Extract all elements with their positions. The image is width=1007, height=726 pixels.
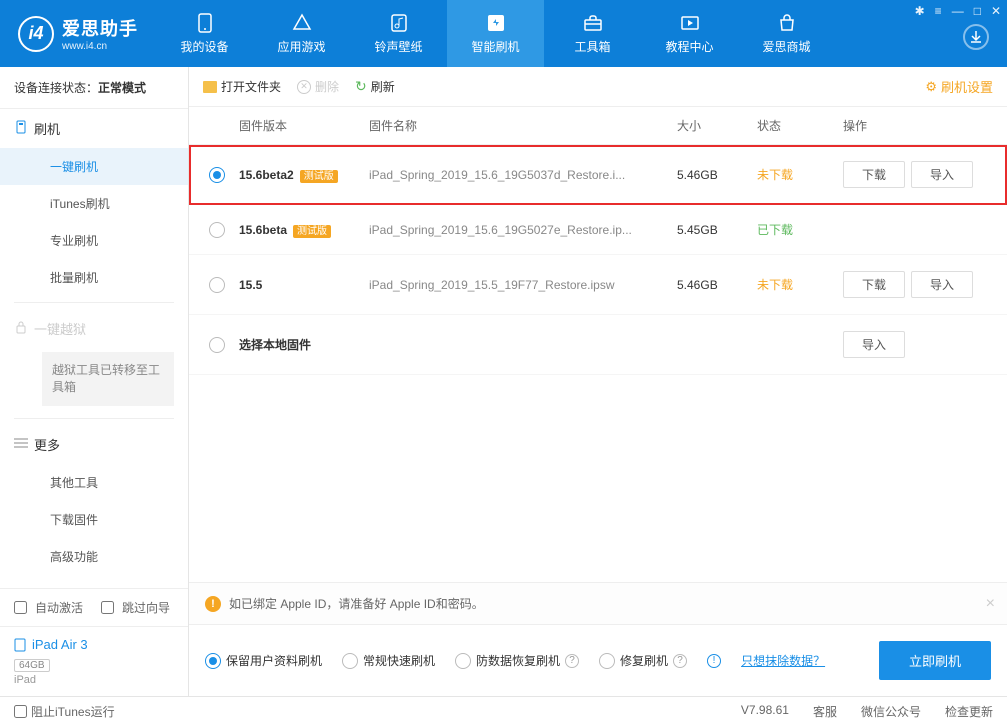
beta-badge: 测试版 [293,225,331,238]
table-header: 固件版本 固件名称 大小 状态 操作 [189,107,1007,145]
check-update-link[interactable]: 检查更新 [945,703,993,720]
close-icon[interactable]: ✕ [991,4,1001,18]
status-bar: 阻止iTunes运行 V7.98.61 客服 微信公众号 检查更新 [0,696,1007,726]
flash-settings-button[interactable]: ⚙ 刷机设置 [925,77,993,96]
maximize-icon[interactable]: □ [974,4,981,18]
store-icon [776,12,798,34]
sidebar-item[interactable]: 其他工具 [0,464,188,501]
nav-tab-flash[interactable]: 智能刷机 [447,0,544,67]
close-notice-button[interactable]: × [986,595,995,613]
ipad-icon [14,638,26,652]
refresh-icon: ↻ [355,78,367,95]
open-folder-button[interactable]: 打开文件夹 [203,78,281,95]
lock-icon [14,320,28,334]
menu-icon[interactable]: ✱ [915,4,925,18]
toolbar: 打开文件夹 ✕ 删除 ↻ 刷新 ⚙ 刷机设置 [189,67,1007,107]
flash-now-button[interactable]: 立即刷机 [879,641,991,680]
sidebar-item[interactable]: 下载固件 [0,501,188,538]
sidebar-item[interactable]: 一键刷机 [0,148,188,185]
sidebar-item[interactable]: 专业刷机 [0,222,188,259]
sidebar: 设备连接状态：正常模式 刷机 一键刷机iTunes刷机专业刷机批量刷机 一键越狱… [0,67,189,696]
connection-status: 设备连接状态：正常模式 [0,67,188,109]
minimize-icon[interactable]: — [952,4,964,18]
list-icon[interactable]: ≡ [935,4,942,18]
firmware-row[interactable]: 选择本地固件 导入 [189,315,1007,375]
support-link[interactable]: 客服 [813,703,837,720]
delete-icon: ✕ [297,80,311,94]
sidebar-item[interactable]: iTunes刷机 [0,185,188,222]
erase-data-link[interactable]: 只想抹除数据？ [741,652,825,669]
nav-tab-tutorial[interactable]: 教程中心 [641,0,738,67]
nav-tab-store[interactable]: 爱思商城 [738,0,835,67]
select-radio[interactable] [209,337,225,353]
bottom-panel: ! 如已绑定 Apple ID，请准备好 Apple ID和密码。 × 保留用户… [189,582,1007,696]
warning-icon: ! [205,596,221,612]
help-icon[interactable]: ? [673,654,687,668]
import-button[interactable]: 导入 [911,271,973,298]
import-button[interactable]: 导入 [843,331,905,358]
beta-badge: 测试版 [300,170,338,183]
firmware-row[interactable]: 15.5 iPad_Spring_2019_15.5_19F77_Restore… [189,255,1007,315]
help-icon[interactable]: ? [565,654,579,668]
download-button[interactable]: 下载 [843,271,905,298]
window-controls: ✱ ≡ — □ ✕ [915,4,1001,18]
skip-guide-checkbox[interactable] [101,601,114,614]
sidebar-item[interactable]: 批量刷机 [0,259,188,296]
sidebar-group-jailbreak: 一键越狱 [0,309,188,348]
option-radio[interactable] [342,653,358,669]
logo-icon: i4 [18,16,54,52]
sidebar-group-flash[interactable]: 刷机 [0,109,188,148]
wechat-link[interactable]: 微信公众号 [861,703,921,720]
flash-option[interactable]: 防数据恢复刷机? [455,652,579,669]
device-icon [194,12,216,34]
flash-icon [485,12,507,34]
toolbox-icon [582,12,604,34]
more-icon [14,438,28,448]
main-content: 打开文件夹 ✕ 删除 ↻ 刷新 ⚙ 刷机设置 固件版本 固件名称 大小 状态 操… [189,67,1007,696]
flash-options: 保留用户资料刷机 常规快速刷机 防数据恢复刷机? 修复刷机? ! 只想抹除数据？ 立即… [189,625,1007,696]
firmware-row[interactable]: 15.6beta2测试版 iPad_Spring_2019_15.6_19G50… [189,145,1007,205]
download-icon [969,30,983,44]
flash-option[interactable]: 修复刷机? [599,652,687,669]
nav-tab-music[interactable]: 铃声壁纸 [350,0,447,67]
option-radio[interactable] [455,653,471,669]
select-radio[interactable] [209,167,225,183]
jailbreak-note: 越狱工具已转移至工具箱 [42,352,174,406]
auto-activate-row: 自动激活 跳过向导 [0,589,188,626]
auto-activate-checkbox[interactable] [14,601,27,614]
firmware-row[interactable]: 15.6beta测试版 iPad_Spring_2019_15.6_19G502… [189,205,1007,255]
import-button[interactable]: 导入 [911,161,973,188]
select-radio[interactable] [209,277,225,293]
logo: i4 爱思助手 www.i4.cn [0,15,156,52]
flash-option[interactable]: 保留用户资料刷机 [205,652,322,669]
folder-icon [203,81,217,93]
option-radio[interactable] [599,653,615,669]
gear-icon: ⚙ [925,79,937,95]
download-button[interactable] [963,24,989,50]
app-name: 爱思助手 [62,15,138,41]
delete-button: ✕ 删除 [297,78,339,95]
device-info[interactable]: iPad Air 3 64GB iPad [0,626,188,696]
block-itunes-checkbox[interactable] [14,705,27,718]
tutorial-icon [679,12,701,34]
version-label: V7.98.61 [741,703,789,720]
nav-tab-apps[interactable]: 应用游戏 [253,0,350,67]
flash-icon [14,120,28,134]
nav-tab-toolbox[interactable]: 工具箱 [544,0,641,67]
app-url: www.i4.cn [62,41,138,52]
download-button[interactable]: 下载 [843,161,905,188]
app-header: i4 爱思助手 www.i4.cn 我的设备应用游戏铃声壁纸智能刷机工具箱教程中… [0,0,1007,67]
option-radio[interactable] [205,653,221,669]
refresh-button[interactable]: ↻ 刷新 [355,78,395,95]
info-icon[interactable]: ! [707,654,721,668]
nav-tab-device[interactable]: 我的设备 [156,0,253,67]
sidebar-group-more[interactable]: 更多 [0,425,188,464]
notice-bar: ! 如已绑定 Apple ID，请准备好 Apple ID和密码。 × [189,583,1007,625]
music-icon [388,12,410,34]
select-radio[interactable] [209,222,225,238]
sidebar-item[interactable]: 高级功能 [0,538,188,575]
apps-icon [291,12,313,34]
storage-badge: 64GB [14,659,50,672]
flash-option[interactable]: 常规快速刷机 [342,652,435,669]
